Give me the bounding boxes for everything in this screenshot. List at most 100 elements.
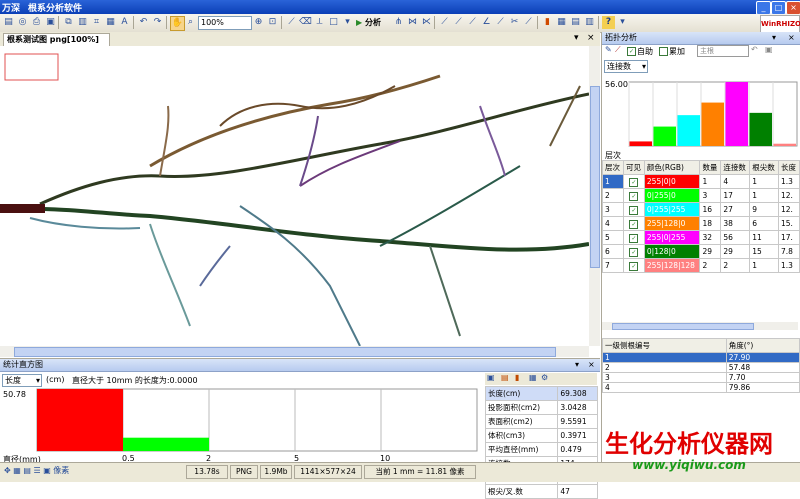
pencil-icon[interactable]: ✎ xyxy=(605,45,612,54)
angle-row[interactable]: 3 7.70 xyxy=(602,372,800,383)
measure-icon[interactable]: ⟂ xyxy=(313,16,326,29)
zoom-select[interactable]: 100% xyxy=(198,16,252,30)
topology-row[interactable]: 2 ✓ 0|255|0 3 17 1 12. xyxy=(602,188,800,203)
cut-tool-icon[interactable]: ✂ xyxy=(508,16,521,29)
panel-close-icon[interactable]: × xyxy=(588,360,595,369)
settings-icon[interactable]: ⚙ xyxy=(541,373,548,382)
eraser-icon[interactable]: ⌫ xyxy=(299,16,312,29)
chevron-down-icon[interactable]: ▾ xyxy=(341,16,354,29)
link-tool-icon[interactable]: ⟋ xyxy=(438,16,451,29)
angle-column-header[interactable]: 一级侧根编号 xyxy=(602,338,727,353)
accumulate-checkbox[interactable] xyxy=(659,47,668,56)
table-icon[interactable]: ▤ xyxy=(23,466,31,475)
help-icon[interactable]: ? xyxy=(602,16,615,29)
canvas-horizontal-scrollbar[interactable] xyxy=(0,346,589,357)
topology-column-header[interactable]: 可见 xyxy=(622,160,645,175)
draw-line-icon[interactable]: ⟋ xyxy=(285,16,298,29)
topology-column-header[interactable]: 长度 xyxy=(778,160,800,175)
visible-checkbox[interactable]: ✓ xyxy=(629,261,639,271)
angle-row[interactable]: 1 27.90 xyxy=(602,352,800,363)
visible-checkbox[interactable]: ✓ xyxy=(629,219,639,229)
angle-tool-icon[interactable]: ∠ xyxy=(480,16,493,29)
image-icon[interactable]: ▦ xyxy=(104,16,117,29)
topology-column-header[interactable]: 层次 xyxy=(602,160,624,175)
hand-pan-icon[interactable]: ✋ xyxy=(170,16,185,31)
scroll-thumb[interactable] xyxy=(590,86,600,268)
topology-column-header[interactable]: 连接数 xyxy=(720,160,751,175)
scroll-thumb[interactable] xyxy=(14,347,556,357)
move-icon[interactable]: ✥ xyxy=(4,466,11,475)
document-tab[interactable]: 根系测试图 png[100%] xyxy=(3,33,110,46)
scroll-thumb[interactable] xyxy=(612,323,754,330)
print-icon[interactable]: ⎙ xyxy=(30,16,43,29)
join-tool-icon[interactable]: ⋈ xyxy=(406,16,419,29)
stats-row[interactable]: 投影面积(cm2) 3.0428 xyxy=(484,400,598,415)
undo-icon[interactable]: ↶ xyxy=(137,16,150,29)
list-icon[interactable]: ☰ xyxy=(33,466,40,475)
grid-icon[interactable]: ▦ xyxy=(13,466,21,475)
undo-icon[interactable]: ↶ xyxy=(751,45,758,54)
open-folder-icon[interactable]: ▤ xyxy=(2,16,15,29)
zoom-icon[interactable]: ⌕ xyxy=(184,16,197,29)
topology-row[interactable]: 5 ✓ 255|0|255 32 56 11 17. xyxy=(602,230,800,245)
panel-close-icon[interactable]: × xyxy=(788,33,795,42)
crop-icon[interactable]: ⌗ xyxy=(90,16,103,29)
visible-checkbox[interactable]: ✓ xyxy=(629,247,639,257)
redo-icon[interactable]: ↷ xyxy=(151,16,164,29)
photo-icon[interactable]: ▣ xyxy=(487,373,495,382)
topology-table-scrollbar[interactable] xyxy=(602,322,798,330)
select-tool-icon[interactable]: ⟋ xyxy=(522,16,535,29)
topology-column-header[interactable]: 颜色(RGB) xyxy=(643,160,701,175)
close-button[interactable]: × xyxy=(786,1,800,15)
topology-column-header[interactable]: 根尖数 xyxy=(749,160,780,175)
histogram-metric-select[interactable]: 长度 ▾ xyxy=(2,374,42,387)
tab-pin-icon[interactable]: ▾ xyxy=(574,33,579,43)
topology-row[interactable]: 7 ✓ 255|128|128 2 2 1 1.3 xyxy=(602,258,800,273)
visible-checkbox[interactable]: ✓ xyxy=(629,177,639,187)
panel-pin-icon[interactable]: ▾ xyxy=(772,33,776,42)
analyze-button[interactable]: ▶ 分析 xyxy=(356,16,388,29)
topology-row[interactable]: 3 ✓ 0|255|255 16 27 9 12. xyxy=(602,202,800,217)
node-tool-icon[interactable]: ⟋ xyxy=(452,16,465,29)
export-icon[interactable]: ▥ xyxy=(583,16,596,29)
fit-window-icon[interactable]: ⊡ xyxy=(266,16,279,29)
tip-tool-icon[interactable]: ⟋ xyxy=(466,16,479,29)
bar-chart-icon[interactable]: ▮ xyxy=(515,373,519,382)
branch-tool-icon[interactable]: ⋔ xyxy=(392,16,405,29)
topology-row[interactable]: 4 ✓ 255|128|0 18 38 6 15. xyxy=(602,216,800,231)
export-icon[interactable]: ▣ xyxy=(765,45,773,54)
topology-row[interactable]: 6 ✓ 0|128|0 29 29 15 7.8 xyxy=(602,244,800,259)
paste-icon[interactable]: ▥ xyxy=(76,16,89,29)
scanner-icon[interactable]: ◎ xyxy=(16,16,29,29)
save-icon[interactable]: ▣ xyxy=(44,16,57,29)
angle-column-header[interactable]: 角度(°) xyxy=(725,338,800,353)
export-icon[interactable]: ▣ xyxy=(43,466,51,475)
text-icon[interactable]: A xyxy=(118,16,131,29)
main-root-select[interactable]: 主根 xyxy=(697,45,749,57)
table-icon[interactable]: ▤ xyxy=(569,16,582,29)
canvas-vertical-scrollbar[interactable] xyxy=(589,46,600,346)
chevron-down-icon[interactable]: ▾ xyxy=(616,16,629,29)
visible-checkbox[interactable]: ✓ xyxy=(629,233,639,243)
auto-checkbox[interactable]: ✓ xyxy=(627,47,636,56)
copy-icon[interactable]: ⧉ xyxy=(62,16,75,29)
topology-metric-select[interactable]: 连接数 ▾ xyxy=(604,60,648,73)
zoom-in-icon[interactable]: ⊕ xyxy=(252,16,265,29)
angle-row[interactable]: 2 57.48 xyxy=(602,362,800,373)
tab-close-icon[interactable]: × xyxy=(587,33,595,43)
topology-row[interactable]: 1 ✓ 255|0|0 1 4 1 1.3 xyxy=(602,174,800,189)
root-image-canvas[interactable] xyxy=(0,46,590,347)
grid-icon[interactable]: ▦ xyxy=(555,16,568,29)
mark-tool-icon[interactable]: ⟋ xyxy=(494,16,507,29)
bar-chart-icon[interactable]: ▮ xyxy=(541,16,554,29)
split-tool-icon[interactable]: ⋉ xyxy=(420,16,433,29)
visible-checkbox[interactable]: ✓ xyxy=(629,205,639,215)
stats-row[interactable]: 长度(cm) 69.308 xyxy=(484,386,598,401)
angle-row[interactable]: 4 79.86 xyxy=(602,382,800,393)
visible-checkbox[interactable]: ✓ xyxy=(629,191,639,201)
minimize-button[interactable]: _ xyxy=(756,1,771,15)
topology-column-header[interactable]: 数量 xyxy=(699,160,722,175)
maximize-button[interactable]: □ xyxy=(771,1,786,15)
grid-icon[interactable]: ▦ xyxy=(529,373,537,382)
draw-line-icon[interactable]: ⟋ xyxy=(615,45,621,55)
